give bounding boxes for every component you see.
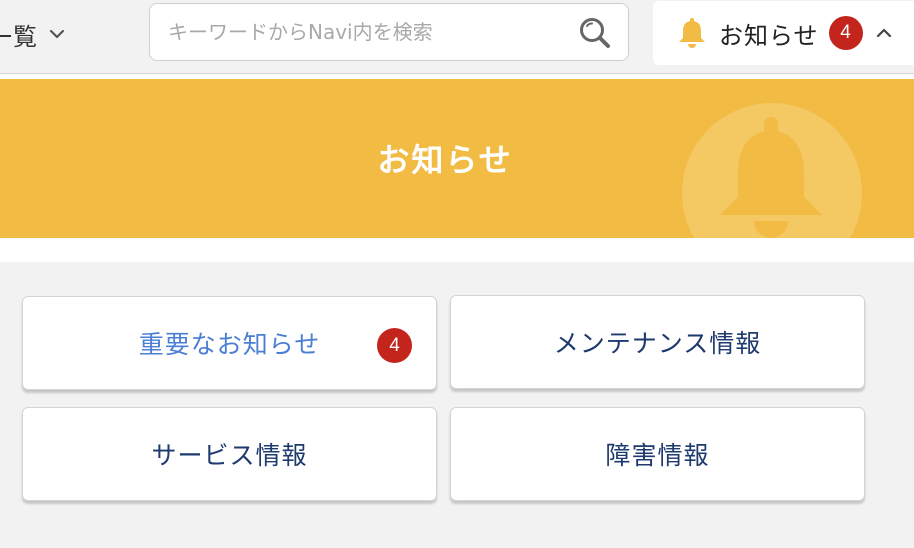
category-label: 重要なお知らせ [138,330,321,359]
top-bar: 一覧 お知らせ 4 [0,0,914,74]
bell-icon [679,18,705,48]
category-maintenance-info[interactable]: メンテナンス情報 [450,295,865,389]
category-outage-info[interactable]: 障害情報 [450,407,865,501]
category-label: サービス情報 [151,441,308,470]
category-label: メンテナンス情報 [553,329,762,358]
search-icon[interactable] [578,16,612,50]
category-service-info[interactable]: サービス情報 [22,407,437,501]
banner-title: お知らせ [377,141,513,179]
menu-dropdown-button[interactable]: 一覧 [0,12,66,56]
category-important-notices[interactable]: 重要なお知らせ 4 [22,296,437,390]
category-label: 障害情報 [605,441,710,470]
chevron-down-icon [49,29,65,39]
notice-count-badge: 4 [828,16,863,50]
category-panel: 重要なお知らせ 4 メンテナンス情報 サービス情報 障害情報 [0,262,914,548]
search-input[interactable] [168,20,568,44]
menu-dropdown-label: 一覧 [0,22,38,51]
search-box [149,3,629,61]
category-count-badge: 4 [377,328,412,363]
notice-menu-label: お知らせ [719,21,819,50]
notice-menu-button[interactable]: お知らせ 4 [653,1,914,65]
chevron-up-icon [876,28,891,38]
notice-banner: お知らせ [0,79,914,238]
